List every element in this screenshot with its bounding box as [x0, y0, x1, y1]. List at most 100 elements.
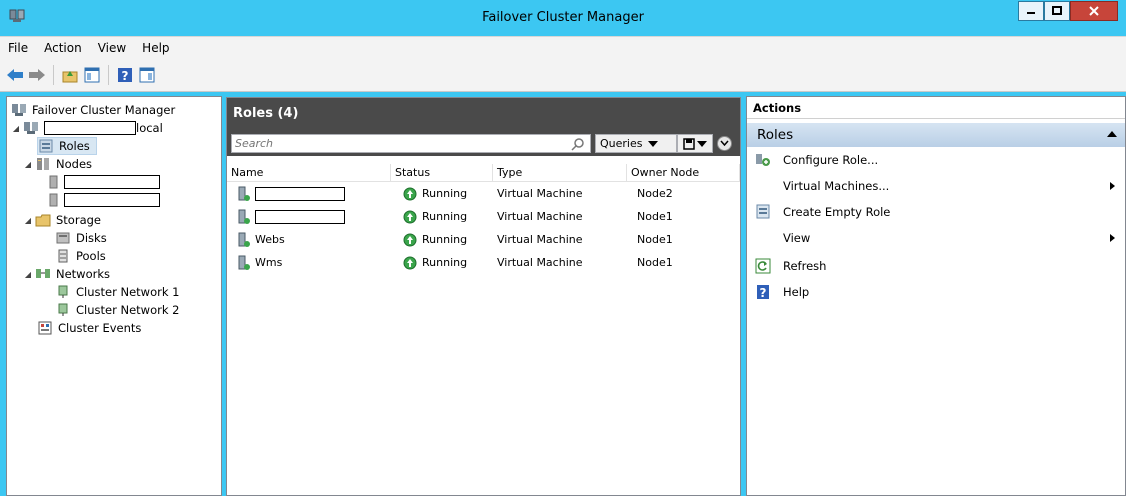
column-header-type[interactable]: Type [493, 164, 627, 182]
collapse-triangle-icon[interactable]: ◢ [23, 270, 33, 279]
action-label: Configure Role... [783, 153, 879, 167]
owner-node-cell: Node1 [637, 256, 673, 269]
virtual-machine-icon [238, 209, 250, 224]
type-cell: Virtual Machine [497, 256, 583, 269]
column-header-name[interactable]: Name [227, 164, 391, 182]
tree-item-disks[interactable]: Disks [55, 229, 107, 247]
tree-item-network-1[interactable]: Cluster Network 1 [55, 283, 179, 301]
tree-item-root[interactable]: Failover Cluster Manager [11, 101, 175, 119]
menu-view[interactable]: View [96, 40, 128, 56]
dropdown-arrow-icon [648, 140, 659, 147]
column-label: Name [231, 166, 264, 179]
help-icon: ? [118, 67, 132, 83]
tree-item-roles[interactable]: Roles [37, 137, 97, 155]
window-title: Failover Cluster Manager [482, 10, 644, 25]
svg-text:?: ? [122, 69, 129, 83]
type-cell: Virtual Machine [497, 210, 583, 223]
tree-item-cluster[interactable]: ◢ local [11, 119, 163, 137]
tree-item-events[interactable]: Cluster Events [37, 319, 141, 337]
tree-item-node[interactable] [49, 191, 160, 209]
maximize-button[interactable] [1044, 1, 1070, 21]
running-status-icon [403, 256, 417, 269]
menu-action[interactable]: Action [42, 40, 84, 56]
disks-icon [56, 232, 70, 244]
action-refresh[interactable]: Refresh [747, 255, 1125, 277]
menu-help[interactable]: Help [140, 40, 171, 56]
action-label: Virtual Machines... [783, 179, 890, 193]
refresh-icon [755, 258, 771, 274]
column-header-owner-node[interactable]: Owner Node [627, 164, 740, 182]
nodes-icon [37, 158, 49, 170]
up-button[interactable] [61, 66, 79, 84]
action-view[interactable]: View [747, 227, 1125, 249]
cluster-events-icon [38, 321, 52, 335]
tree-item-label: Cluster Network 2 [76, 303, 180, 317]
virtual-machine-icon [238, 255, 250, 270]
column-header-status[interactable]: Status [391, 164, 493, 182]
table-row[interactable]: Running Virtual Machine Node2 [227, 182, 740, 205]
tree-item-node[interactable] [49, 173, 160, 191]
column-label: Status [395, 166, 431, 179]
running-status-icon [403, 233, 417, 246]
tree-item-nodes[interactable]: ◢ Nodes [23, 155, 92, 173]
minimize-button[interactable] [1018, 1, 1044, 21]
table-row[interactable]: Running Virtual Machine Node1 [227, 205, 740, 228]
tree-item-storage[interactable]: ◢ Storage [23, 211, 101, 229]
menu-file[interactable]: File [6, 40, 30, 56]
type-cell: Virtual Machine [497, 233, 583, 246]
toolbar-separator [53, 64, 54, 85]
help-toolbar-button[interactable]: ? [116, 66, 134, 84]
running-status-icon [403, 187, 417, 200]
action-create-empty-role[interactable]: Create Empty Role [747, 201, 1125, 223]
dropdown-arrow-icon [697, 140, 707, 147]
action-virtual-machines[interactable]: Virtual Machines... [747, 175, 1125, 197]
search-input[interactable] [232, 135, 568, 152]
show-hide-action-pane-button[interactable] [138, 66, 156, 84]
tree-item-label: Networks [56, 267, 111, 281]
back-button[interactable] [6, 66, 24, 84]
tree-item-network-2[interactable]: Cluster Network 2 [55, 301, 179, 319]
roles-header: Roles (4) Queries [227, 98, 740, 156]
forward-button[interactable] [28, 66, 46, 84]
action-configure-role[interactable]: Configure Role... [747, 149, 1125, 171]
queries-button[interactable]: Queries [595, 134, 677, 153]
redacted-role-name [255, 209, 345, 224]
tree-item-label: Roles [59, 139, 90, 153]
page-title: Roles (4) [233, 106, 299, 121]
action-help[interactable]: ? Help [747, 281, 1125, 303]
toolbar-separator [108, 64, 109, 85]
collapse-triangle-icon[interactable]: ◢ [11, 124, 21, 133]
collapse-triangle-icon[interactable]: ◢ [23, 160, 33, 169]
show-hide-tree-icon [84, 67, 100, 82]
search-icon[interactable] [571, 137, 585, 151]
status-label: Running [422, 210, 468, 223]
storage-icon [35, 214, 51, 227]
show-hide-action-pane-icon [139, 67, 155, 82]
save-query-button[interactable] [677, 134, 713, 153]
submenu-arrow-icon [1110, 182, 1115, 190]
navigation-tree[interactable]: Failover Cluster Manager ◢ local Roles ◢… [6, 96, 222, 496]
search-box[interactable] [231, 134, 591, 153]
expand-collapse-button[interactable] [717, 136, 732, 151]
toolbar: ? [0, 58, 1126, 92]
collapse-up-icon[interactable] [1107, 131, 1117, 137]
submenu-arrow-icon [1110, 234, 1115, 242]
actions-title: Actions [747, 97, 1125, 119]
close-icon [1089, 6, 1099, 16]
server-icon [49, 193, 58, 207]
column-label: Owner Node [631, 166, 700, 179]
tree-item-networks[interactable]: ◢ Networks [23, 265, 110, 283]
title-bar[interactable]: Failover Cluster Manager [0, 0, 1126, 36]
tree-item-label: Storage [56, 213, 101, 227]
app-window: Failover Cluster Manager File Action Vie… [0, 0, 1126, 496]
up-folder-icon [62, 70, 78, 82]
collapse-triangle-icon[interactable]: ◢ [23, 216, 33, 225]
table-row[interactable]: Wms Running Virtual Machine Node1 [227, 251, 740, 274]
roles-icon [39, 139, 53, 153]
tree-item-pools[interactable]: Pools [55, 247, 106, 265]
show-hide-tree-button[interactable] [83, 66, 101, 84]
table-row[interactable]: Webs Running Virtual Machine Node1 [227, 228, 740, 251]
close-button[interactable] [1070, 1, 1118, 21]
tree-item-label: Disks [76, 231, 107, 245]
actions-section-roles[interactable]: Roles [747, 123, 1125, 147]
